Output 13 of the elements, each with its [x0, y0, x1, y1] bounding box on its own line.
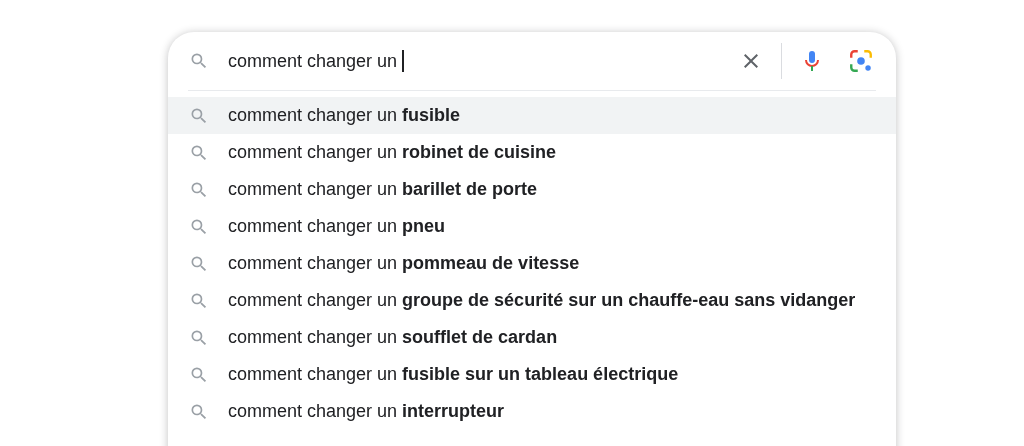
- suggestion-item[interactable]: comment changer un groupe de sécurité sur un chauffe-eau sans vidanger: [168, 282, 896, 319]
- suggestion-item[interactable]: comment changer un robinet de cuisine: [168, 134, 896, 171]
- suggestion-item[interactable]: comment changer un fusible sur un tableau électrique: [168, 356, 896, 393]
- suggestion-item[interactable]: comment changer un soufflet de cardan: [168, 319, 896, 356]
- search-input[interactable]: comment changer un: [228, 46, 739, 76]
- suggestion-item[interactable]: comment changer un pneu: [168, 208, 896, 245]
- text-cursor: [402, 50, 405, 72]
- suggestion-item[interactable]: comment changer un interrupteur: [168, 393, 896, 430]
- suggestion-item[interactable]: comment changer un pommeau de vitesse: [168, 245, 896, 282]
- search-icon: [189, 51, 209, 71]
- suggestion-item[interactable]: comment changer un fusible: [168, 97, 896, 134]
- camera-icon[interactable]: [848, 48, 874, 74]
- suggestion-item[interactable]: comment changer un barillet de porte: [168, 171, 896, 208]
